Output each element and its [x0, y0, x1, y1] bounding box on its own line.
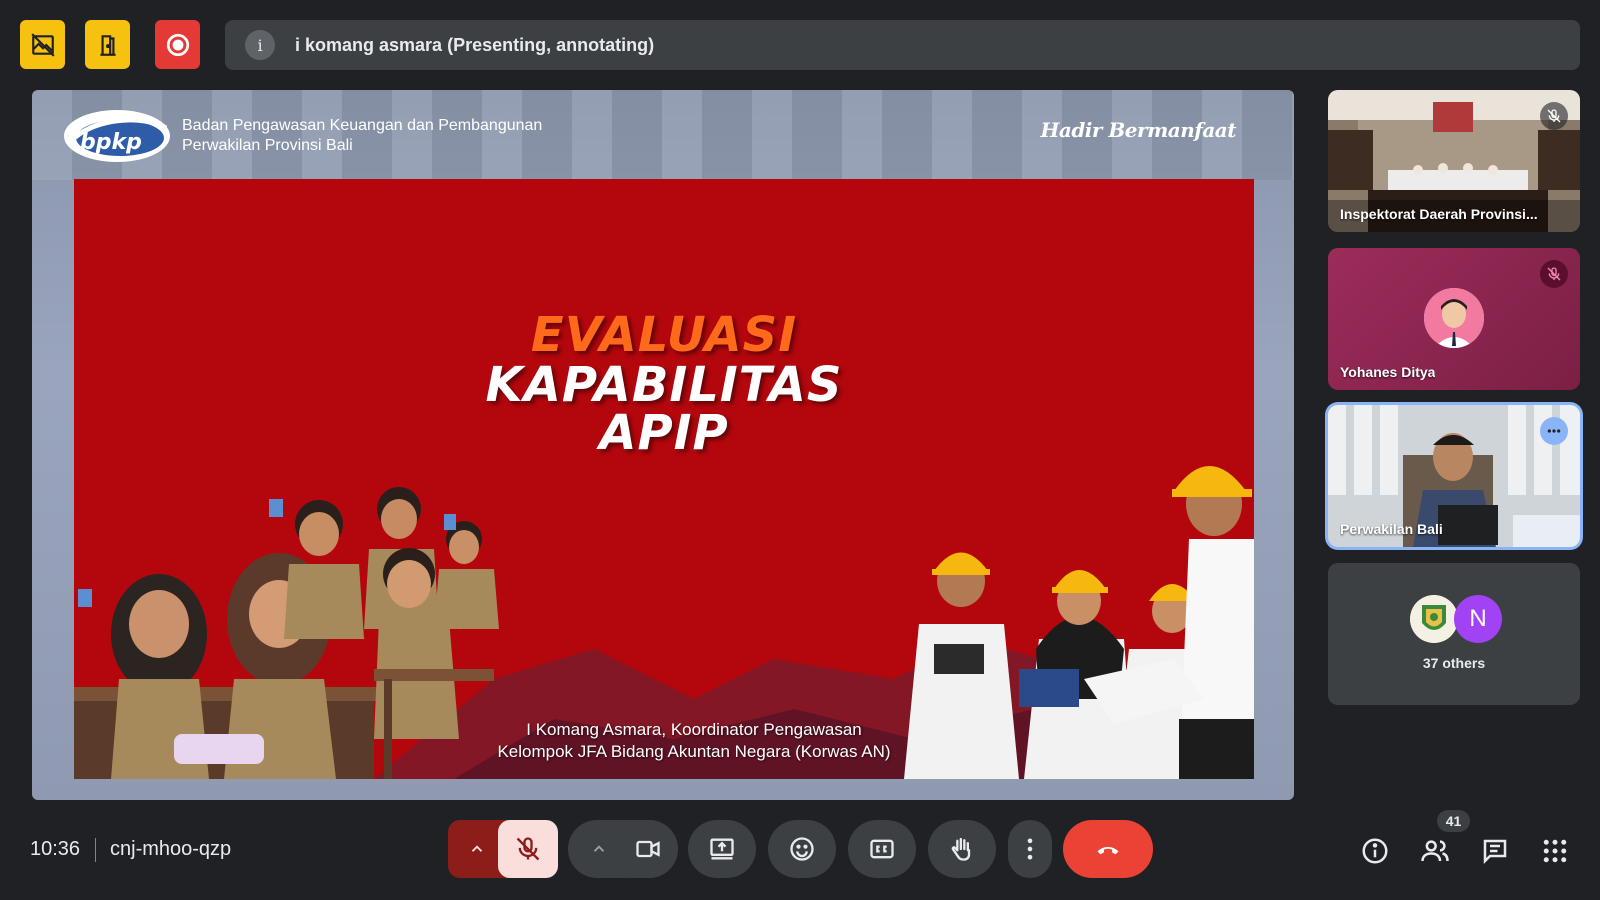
- crest-icon: [1410, 595, 1458, 643]
- more-options-button[interactable]: [1008, 820, 1052, 878]
- mic-off-icon: [516, 837, 540, 861]
- others-count-label: 37 others: [1422, 655, 1486, 671]
- chevron-up-icon: [593, 845, 605, 852]
- camera-toggle-button[interactable]: [618, 820, 678, 878]
- presenter-label: i komang asmara (Presenting, annotating): [295, 34, 655, 55]
- presenter-banner: i i komang asmara (Presenting, annotatin…: [225, 20, 1580, 70]
- slide-artwork: [74, 466, 1254, 779]
- bottom-divider: [95, 838, 96, 862]
- reactions-button[interactable]: [768, 820, 836, 878]
- muted-indicator: [1540, 260, 1568, 288]
- muted-indicator: [1540, 102, 1568, 130]
- chat-button[interactable]: [1480, 836, 1510, 866]
- svg-text:bpkp: bpkp: [80, 130, 142, 155]
- mic-off-icon: [1547, 267, 1561, 281]
- meeting-time: 10:36: [30, 838, 81, 860]
- info-icon: [1362, 838, 1388, 864]
- video-camera-icon: [636, 840, 660, 858]
- apps-grid-icon: [1543, 839, 1567, 863]
- workers-illustration: [904, 466, 1254, 779]
- chevron-up-icon: [471, 845, 483, 852]
- more-horizontal-icon: [1547, 429, 1561, 433]
- participant-name: Yohanes Ditya: [1340, 364, 1436, 380]
- people-icon: [1421, 840, 1449, 862]
- slide-title-line-3: APIP: [599, 405, 729, 461]
- organization-name: Badan Pengawasan Keuangan dan Pembanguna…: [182, 117, 543, 154]
- present-screen-button[interactable]: [688, 820, 756, 878]
- microphone-toggle-button[interactable]: [498, 820, 558, 878]
- leave-call-button[interactable]: [1063, 820, 1153, 878]
- presentation-stage[interactable]: bpkp Badan Pengawasan Keuangan dan Pemba…: [32, 90, 1294, 800]
- people-button[interactable]: [1420, 836, 1450, 866]
- participant-tile[interactable]: Yohanes Ditya: [1328, 248, 1580, 390]
- person-avatar-icon: [1424, 288, 1484, 348]
- more-options-button[interactable]: [1540, 417, 1568, 445]
- door-icon: [99, 34, 116, 56]
- recording-button[interactable]: [155, 20, 200, 69]
- bpkp-logo: bpkp: [64, 110, 170, 162]
- avatar: N: [1454, 595, 1502, 643]
- slide-title-line-2: KAPABILITAS: [485, 357, 843, 413]
- leave-room-button[interactable]: [85, 20, 130, 69]
- info-icon[interactable]: i: [245, 30, 275, 60]
- mic-off-icon: [1547, 109, 1561, 123]
- students-illustration: [74, 487, 499, 779]
- slide-tagline: Hadir Bermanfaat: [1040, 118, 1236, 142]
- participant-name: Perwakilan Bali: [1340, 521, 1443, 537]
- emoji-icon: [790, 837, 814, 861]
- hang-up-icon: [1097, 846, 1119, 855]
- closed-captions-icon: [870, 839, 894, 859]
- hide-annotations-button[interactable]: [20, 20, 65, 69]
- presenter-credit: I Komang Asmara, Koordinator Pengawasan …: [497, 720, 891, 761]
- record-icon: [166, 33, 189, 56]
- meeting-details-button[interactable]: [1360, 836, 1390, 866]
- captions-button[interactable]: [848, 820, 916, 878]
- raise-hand-button[interactable]: [928, 820, 996, 878]
- hand-icon: [951, 837, 971, 861]
- participant-tile-active-speaker[interactable]: Perwakilan Bali: [1328, 405, 1580, 547]
- image-off-icon: [30, 32, 55, 57]
- slide-content: EVALUASI KAPABILITAS APIP I Komang Asmar…: [74, 179, 1254, 779]
- participant-count-badge: 41: [1437, 810, 1470, 832]
- avatar: [1410, 595, 1458, 643]
- activities-button[interactable]: [1540, 836, 1570, 866]
- meeting-code: cnj-mhoo-qzp: [110, 838, 232, 860]
- chat-icon: [1483, 839, 1507, 865]
- participant-name: Inspektorat Daerah Provinsi...: [1340, 206, 1538, 222]
- avatar: [1424, 288, 1484, 348]
- slide-title-line-1: EVALUASI: [530, 307, 798, 363]
- participant-tile[interactable]: Inspektorat Daerah Provinsi...: [1328, 90, 1580, 232]
- present-to-all-icon: [710, 838, 734, 860]
- others-tile[interactable]: N 37 others: [1328, 563, 1580, 705]
- more-vertical-icon: [1027, 838, 1033, 860]
